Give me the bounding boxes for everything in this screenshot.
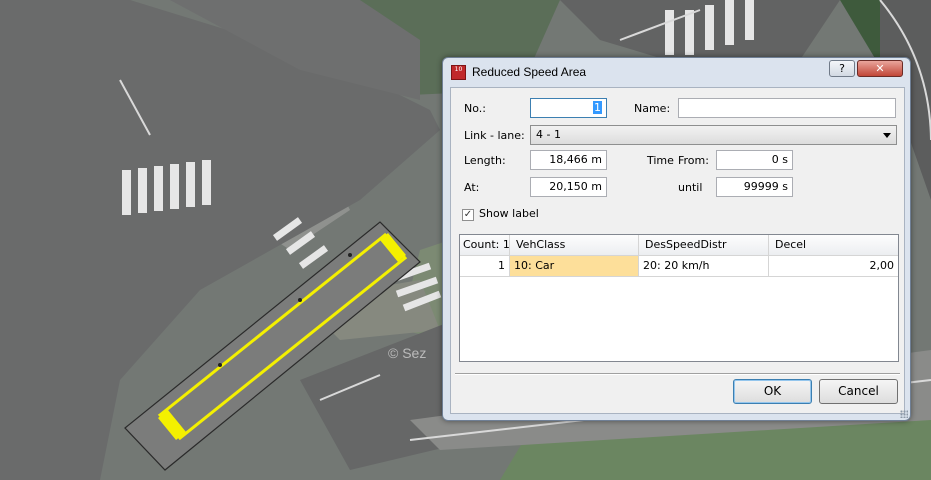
help-button[interactable]: ? (829, 60, 855, 77)
table-cell-vehclass[interactable]: 10: Car (510, 256, 639, 277)
dialog-body: No.: 1 Name: Link - lane: 4 - 1 Length: … (450, 87, 905, 414)
time-label: Time (647, 154, 674, 167)
reduced-speed-area-dialog: 10 Reduced Speed Area ? ✕ No.: 1 Name: L… (442, 57, 911, 421)
length-field[interactable]: 18,466 m (530, 150, 607, 170)
button-separator (455, 373, 900, 375)
table-header-decel[interactable]: Decel (769, 235, 898, 256)
name-label: Name: (634, 102, 671, 115)
until-label: until (678, 181, 703, 194)
link-lane-value: 4 - 1 (536, 128, 561, 141)
close-button[interactable]: ✕ (857, 60, 903, 77)
no-value: 1 (593, 101, 602, 114)
table-header-count[interactable]: Count: 1 (460, 235, 510, 256)
table-header-desspeeddistr[interactable]: DesSpeedDistr (639, 235, 769, 256)
length-label: Length: (464, 154, 506, 167)
link-lane-label: Link - lane: (464, 129, 525, 142)
show-label-text: Show label (479, 207, 539, 220)
at-label: At: (464, 181, 480, 194)
resize-grip-icon[interactable] (900, 410, 908, 418)
no-label: No.: (464, 102, 486, 115)
no-field[interactable]: 1 (530, 98, 607, 118)
map-watermark: © Sez (388, 345, 427, 361)
vehicle-class-table: Count: 1 VehClass DesSpeedDistr Decel 1 … (459, 234, 899, 362)
from-field[interactable]: 0 s (716, 150, 793, 170)
from-label: From: (678, 154, 709, 167)
table-cell-row-number[interactable]: 1 (460, 256, 510, 277)
chevron-down-icon (883, 133, 891, 138)
cancel-button[interactable]: Cancel (819, 379, 898, 404)
until-field[interactable]: 99999 s (716, 177, 793, 197)
table-header-vehclass[interactable]: VehClass (510, 235, 639, 256)
table-cell-desspeeddistr[interactable]: 20: 20 km/h (639, 256, 769, 277)
table-cell-decel[interactable]: 2,00 (769, 256, 898, 277)
link-lane-dropdown[interactable]: 4 - 1 (530, 125, 897, 145)
at-field[interactable]: 20,150 m (530, 177, 607, 197)
app-icon: 10 (451, 65, 466, 80)
name-field[interactable] (678, 98, 896, 118)
ok-button[interactable]: OK (733, 379, 812, 404)
dialog-titlebar[interactable]: 10 Reduced Speed Area ? ✕ (443, 58, 910, 86)
dialog-title: Reduced Speed Area (472, 65, 587, 79)
show-label-checkbox[interactable]: ✓ (462, 209, 474, 221)
